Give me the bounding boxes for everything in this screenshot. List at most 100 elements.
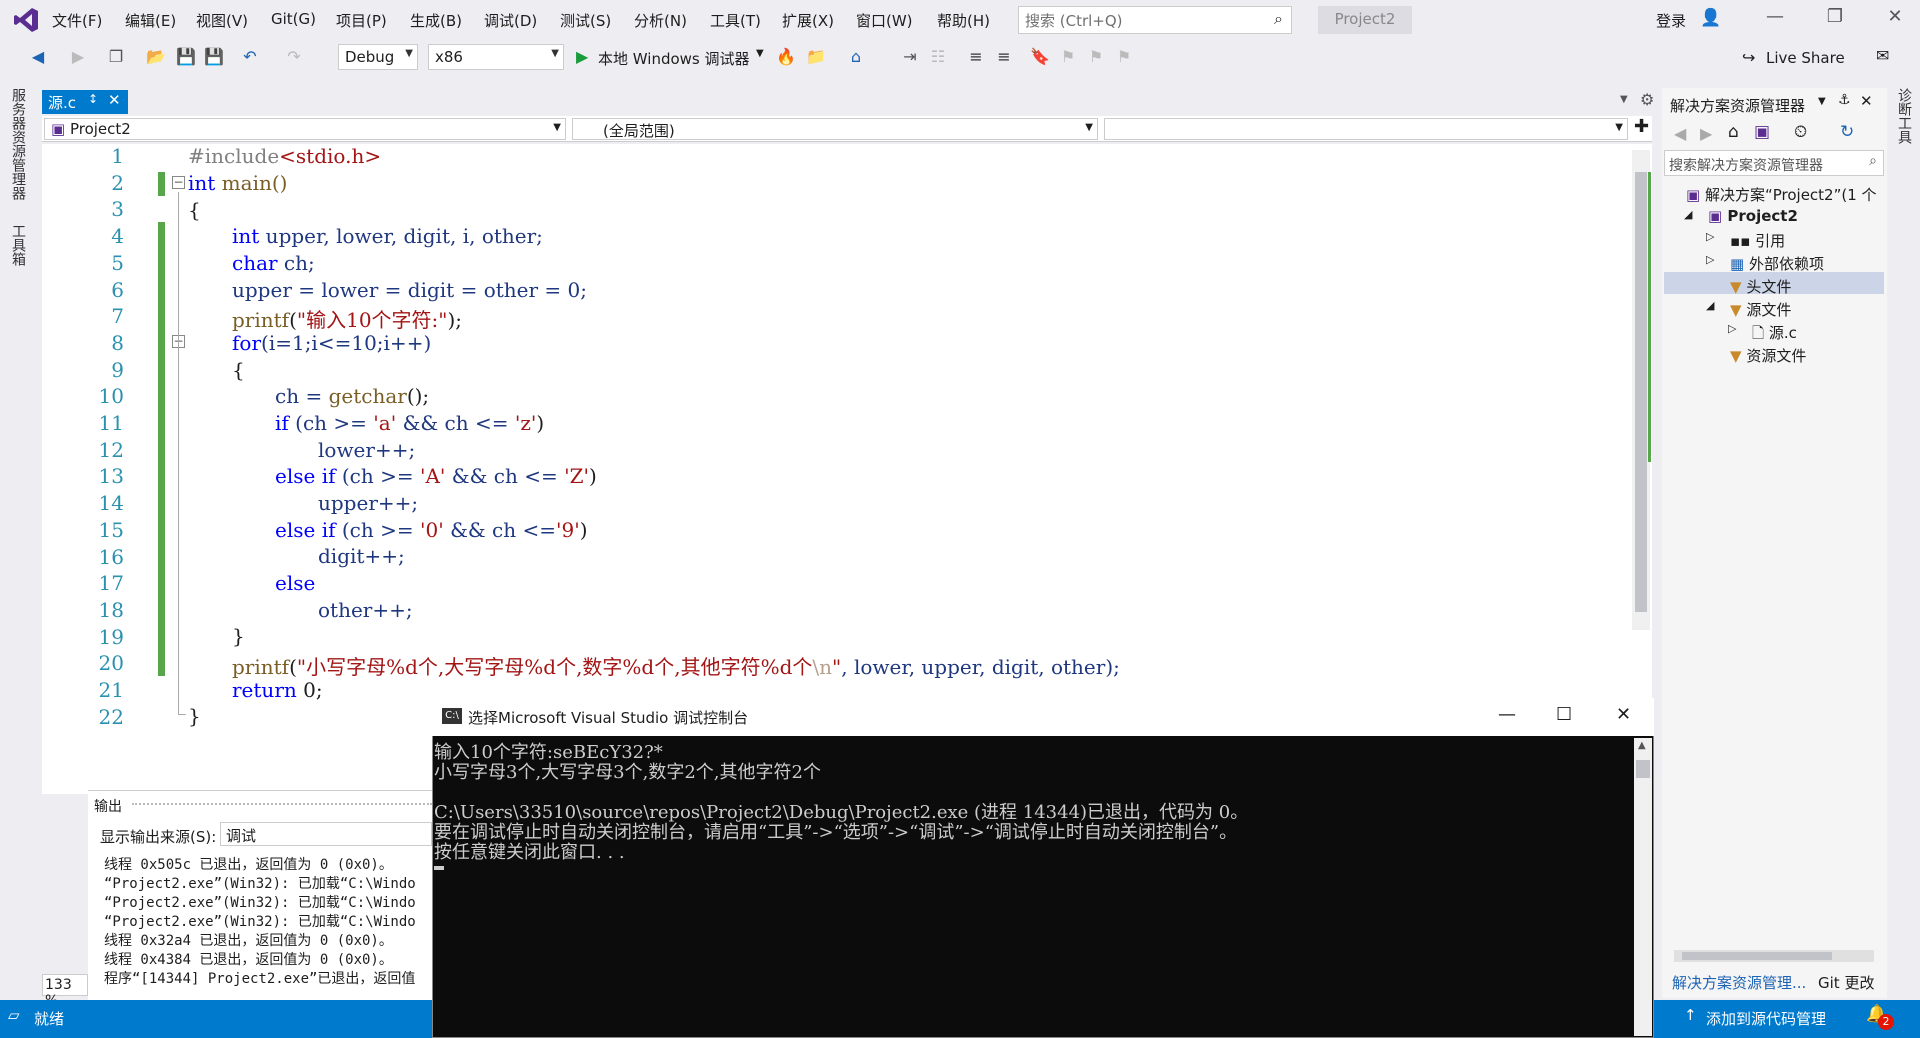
feedback-icon[interactable]: ✉ bbox=[1876, 46, 1889, 65]
tab-list-icon[interactable]: ▼ bbox=[1620, 94, 1628, 105]
menu-item[interactable]: 项目(P) bbox=[336, 10, 387, 31]
home-icon[interactable]: ⌂ bbox=[1728, 122, 1739, 142]
scrollbar-thumb[interactable] bbox=[1636, 760, 1650, 778]
add-to-source-control-button[interactable]: 添加到源代码管理 bbox=[1706, 1008, 1826, 1029]
share-icon[interactable]: ↪ bbox=[1742, 48, 1755, 67]
forward-icon[interactable]: ▶ bbox=[1700, 124, 1712, 143]
menu-item[interactable]: 扩展(X) bbox=[782, 10, 834, 31]
indent-icon[interactable]: ≡ bbox=[966, 46, 986, 68]
home-icon[interactable]: ⌂ bbox=[846, 46, 866, 68]
menu-item[interactable]: 调试(D) bbox=[484, 10, 537, 31]
project-nav-select[interactable]: ▣ Project2 ▼ bbox=[44, 118, 566, 140]
new-project-icon[interactable]: ❐ bbox=[106, 46, 126, 68]
fold-toggle-icon[interactable]: − bbox=[172, 176, 185, 189]
pin-icon[interactable]: ↕ bbox=[88, 92, 98, 106]
scrollbar-thumb[interactable] bbox=[1682, 952, 1832, 960]
menu-item[interactable]: 工具(T) bbox=[710, 10, 761, 31]
live-share-button[interactable]: Live Share bbox=[1766, 49, 1845, 67]
back-icon[interactable]: ◀ bbox=[1674, 124, 1686, 143]
switch-views-icon[interactable]: ▣ bbox=[1754, 122, 1770, 142]
tree-references[interactable]: ▪▪ 引用 bbox=[1730, 230, 1785, 251]
menu-item[interactable]: 分析(N) bbox=[634, 10, 687, 31]
start-debugger-button[interactable]: 本地 Windows 调试器 bbox=[598, 48, 750, 69]
undo-icon[interactable]: ↶ bbox=[240, 46, 260, 68]
menu-item[interactable]: 视图(V) bbox=[196, 10, 248, 31]
minimize-button[interactable]: — bbox=[1498, 704, 1516, 725]
back-icon[interactable]: ◀ bbox=[28, 46, 48, 68]
hot-reload-icon[interactable]: 🔥 bbox=[776, 46, 796, 68]
menu-item[interactable]: 帮助(H) bbox=[937, 10, 990, 31]
minimize-button[interactable]: — bbox=[1755, 6, 1795, 34]
tree-project[interactable]: ▣ Project2 bbox=[1708, 207, 1798, 225]
collapse-icon[interactable]: ▷ bbox=[1728, 322, 1736, 335]
tree-source-files[interactable]: ▼ 源文件 bbox=[1730, 299, 1791, 320]
tree-solution[interactable]: ▣ 解决方案“Project2”(1 个 bbox=[1686, 184, 1877, 205]
chevron-down-icon: ▼ bbox=[1615, 122, 1623, 133]
prev-bookmark-icon[interactable]: ⚑ bbox=[1058, 46, 1078, 68]
close-button[interactable]: ✕ bbox=[1875, 6, 1915, 34]
next-bookmark-icon[interactable]: ⚑ bbox=[1086, 46, 1106, 68]
find-in-files-icon[interactable]: 📁 bbox=[806, 46, 826, 68]
menu-item[interactable]: 文件(F) bbox=[52, 10, 102, 31]
pending-changes-icon[interactable]: ⏲ bbox=[1794, 122, 1807, 142]
play-icon[interactable]: ▶ bbox=[576, 47, 588, 66]
menu-item[interactable]: Git(G) bbox=[271, 10, 316, 28]
scrollbar-thumb[interactable] bbox=[1635, 172, 1647, 612]
output-source-select[interactable]: 调试 bbox=[220, 822, 432, 846]
close-button[interactable]: ✕ bbox=[1616, 704, 1631, 725]
bookmark-icon[interactable]: 🔖 bbox=[1030, 46, 1050, 68]
save-all-icon[interactable]: 💾 bbox=[204, 46, 224, 68]
close-icon[interactable]: ✕ bbox=[108, 91, 121, 109]
login-button[interactable]: 登录 bbox=[1656, 10, 1686, 31]
tab-solution-explorer[interactable]: 解决方案资源管理... bbox=[1672, 972, 1806, 993]
restore-button[interactable]: ❐ bbox=[1815, 6, 1855, 34]
solution-horizontal-scrollbar[interactable] bbox=[1674, 950, 1874, 962]
platform-select[interactable]: x86 ▼ bbox=[428, 44, 564, 70]
save-icon[interactable]: 💾 bbox=[176, 46, 196, 68]
search-input[interactable]: 搜索 (Ctrl+Q) ⌕ bbox=[1018, 6, 1292, 34]
zoom-level[interactable]: 133 % bbox=[42, 974, 88, 1009]
redo-icon[interactable]: ↷ bbox=[284, 46, 304, 68]
diagnostics-tab[interactable]: 诊断工具 bbox=[1894, 88, 1914, 144]
console-title-bar[interactable]: C:\ 选择Microsoft Visual Studio 调试控制台 — ☐ … bbox=[432, 698, 1654, 736]
visual-studio-logo-icon[interactable] bbox=[12, 6, 40, 34]
panel-grip[interactable] bbox=[132, 803, 432, 807]
clear-bookmark-icon[interactable]: ⚑ bbox=[1114, 46, 1134, 68]
forward-icon[interactable]: ▶ bbox=[68, 46, 88, 68]
scroll-up-icon[interactable]: ▲ bbox=[1638, 740, 1646, 751]
menu-item[interactable]: 编辑(E) bbox=[125, 10, 176, 31]
refresh-icon[interactable]: ↻ bbox=[1840, 122, 1854, 142]
configuration-select[interactable]: Debug ▼ bbox=[338, 44, 418, 70]
settings-icon[interactable]: ⚙ bbox=[1640, 90, 1654, 109]
maximize-button[interactable]: ☐ bbox=[1556, 704, 1572, 725]
server-explorer-tab[interactable]: 服务器资源管理器 bbox=[8, 88, 28, 200]
close-icon[interactable]: ✕ bbox=[1860, 92, 1873, 110]
tab-source-c[interactable]: 源.c ↕ ✕ bbox=[42, 90, 128, 114]
chevron-down-icon[interactable]: ▼ bbox=[1818, 96, 1826, 107]
console-scrollbar[interactable]: ▲ bbox=[1634, 738, 1652, 1036]
chevron-down-icon[interactable]: ▼ bbox=[756, 48, 764, 59]
outdent-icon[interactable]: ≡ bbox=[994, 46, 1014, 68]
step-icon[interactable]: ⇥ bbox=[900, 46, 920, 68]
tree-resource-files[interactable]: ▼ 资源文件 bbox=[1730, 345, 1806, 366]
menu-item[interactable]: 生成(B) bbox=[410, 10, 462, 31]
collapse-icon[interactable]: ▷ bbox=[1706, 230, 1714, 243]
editor-vertical-scrollbar[interactable] bbox=[1632, 150, 1651, 630]
split-editor-icon[interactable]: ✚ bbox=[1634, 116, 1649, 137]
user-add-icon[interactable]: 👤 bbox=[1700, 8, 1721, 28]
collapse-icon[interactable]: ▷ bbox=[1706, 253, 1714, 266]
menu-item[interactable]: 测试(S) bbox=[560, 10, 611, 31]
pin-icon[interactable]: ⚓ bbox=[1838, 92, 1851, 108]
tab-git-changes[interactable]: Git 更改 bbox=[1818, 972, 1874, 993]
scope-nav-select[interactable]: (全局范围) ▼ bbox=[572, 118, 1098, 140]
tree-header-files[interactable]: ▼ 头文件 bbox=[1730, 276, 1791, 297]
toolbox-tab[interactable]: 工具箱 bbox=[8, 224, 28, 266]
solution-search-input[interactable]: 搜索解决方案资源管理器 ⌕ bbox=[1664, 150, 1884, 176]
tree-external-deps[interactable]: ▦ 外部依赖项 bbox=[1730, 253, 1824, 274]
menu-item[interactable]: 窗口(W) bbox=[856, 10, 913, 31]
open-folder-icon[interactable]: 📂 bbox=[146, 46, 166, 68]
expand-icon[interactable]: ◢ bbox=[1684, 208, 1692, 221]
member-nav-select[interactable]: ▼ bbox=[1104, 118, 1628, 140]
split-icon[interactable]: ☷ bbox=[928, 46, 948, 68]
expand-icon[interactable]: ◢ bbox=[1706, 299, 1714, 312]
